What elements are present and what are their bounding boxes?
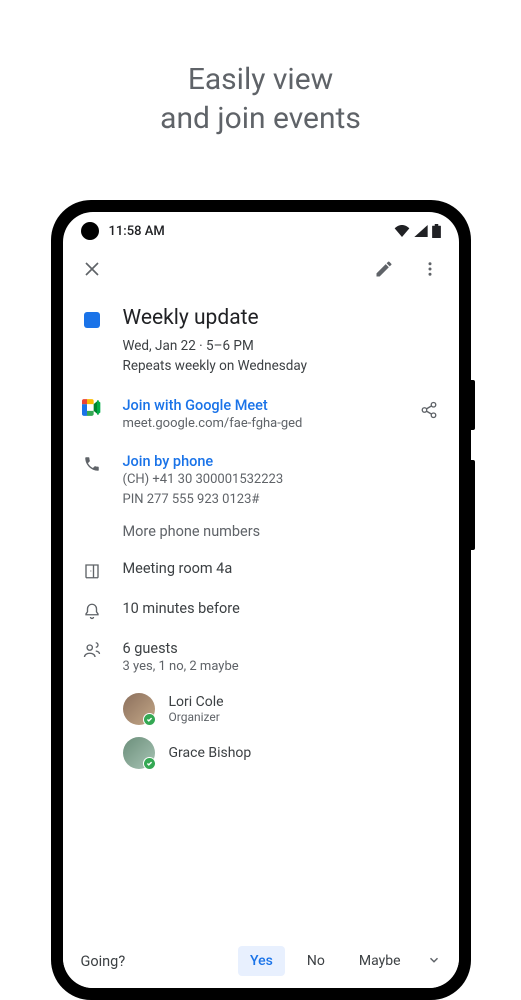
rsvp-status-badge: [143, 713, 156, 726]
promo-line2: and join events: [0, 99, 521, 138]
wifi-icon: [394, 225, 410, 237]
more-button[interactable]: [419, 258, 441, 280]
more-vert-icon: [421, 260, 439, 278]
people-icon: [82, 642, 102, 660]
close-icon: [83, 260, 101, 278]
event-datetime: Wed, Jan 22 · 5–6 PM: [123, 336, 441, 356]
guest-item[interactable]: Lori Cole Organizer: [81, 687, 441, 731]
phone-pin: PIN 277 555 923 0123#: [123, 490, 441, 510]
rsvp-maybe-button[interactable]: Maybe: [347, 946, 413, 976]
google-meet-icon: [82, 399, 102, 416]
share-button[interactable]: [418, 399, 440, 421]
status-icons: [394, 224, 441, 238]
rsvp-prompt: Going?: [81, 953, 229, 970]
app-bar: [63, 246, 459, 292]
chevron-down-icon: [427, 953, 441, 967]
phone-frame: 11:58 AM: [51, 200, 471, 1000]
status-time: 11:58 AM: [109, 224, 165, 239]
guest-item[interactable]: Grace Bishop: [81, 731, 441, 775]
phone-row[interactable]: Join by phone (CH) +41 30 300001532223 P…: [81, 443, 441, 519]
guest-name: Grace Bishop: [169, 745, 252, 761]
cell-signal-icon: [414, 225, 428, 237]
more-numbers-label: More phone numbers: [123, 523, 441, 540]
calendar-color-chip: [84, 312, 100, 328]
camera-hole: [81, 222, 99, 240]
rsvp-bar: Going? Yes No Maybe: [63, 934, 459, 988]
guests-count: 6 guests: [123, 640, 441, 657]
phone-link[interactable]: Join by phone: [123, 453, 441, 470]
edit-button[interactable]: [373, 258, 395, 280]
guest-name: Lori Cole: [169, 694, 224, 710]
room-icon: [83, 562, 101, 580]
phone-screen: 11:58 AM: [63, 212, 459, 988]
close-button[interactable]: [81, 258, 103, 280]
battery-icon: [432, 224, 441, 238]
more-numbers-row[interactable]: More phone numbers: [81, 519, 441, 550]
pencil-icon: [374, 259, 394, 279]
guests-row[interactable]: 6 guests 3 yes, 1 no, 2 maybe: [81, 630, 441, 687]
rsvp-no-button[interactable]: No: [295, 946, 337, 976]
status-bar: 11:58 AM: [63, 212, 459, 246]
share-icon: [420, 401, 438, 419]
bell-icon: [83, 602, 101, 620]
rsvp-dropdown-button[interactable]: [427, 952, 441, 971]
location-row[interactable]: Meeting room 4a: [81, 550, 441, 590]
meet-link[interactable]: Join with Google Meet: [123, 397, 397, 414]
event-recurrence: Repeats weekly on Wednesday: [123, 356, 441, 376]
rsvp-status-badge: [143, 757, 156, 770]
promo-line1: Easily view: [0, 60, 521, 99]
meet-url: meet.google.com/fae-fgha-ged: [123, 414, 397, 434]
rsvp-yes-button[interactable]: Yes: [238, 946, 285, 976]
phone-side-button: [471, 380, 475, 430]
reminder-text: 10 minutes before: [123, 600, 441, 617]
phone-icon: [83, 455, 101, 473]
phone-side-button: [471, 460, 475, 550]
guests-summary: 3 yes, 1 no, 2 maybe: [123, 657, 441, 677]
meet-row[interactable]: Join with Google Meet meet.google.com/fa…: [81, 387, 441, 444]
event-content: Weekly update Wed, Jan 22 · 5–6 PM Repea…: [63, 292, 459, 775]
location-text: Meeting room 4a: [123, 560, 441, 577]
event-header-row: Weekly update Wed, Jan 22 · 5–6 PM Repea…: [81, 296, 441, 387]
reminder-row[interactable]: 10 minutes before: [81, 590, 441, 630]
phone-number: (CH) +41 30 300001532223: [123, 470, 441, 490]
guest-role: Organizer: [169, 710, 224, 724]
promo-heading: Easily view and join events: [0, 0, 521, 138]
event-title: Weekly update: [123, 306, 441, 330]
